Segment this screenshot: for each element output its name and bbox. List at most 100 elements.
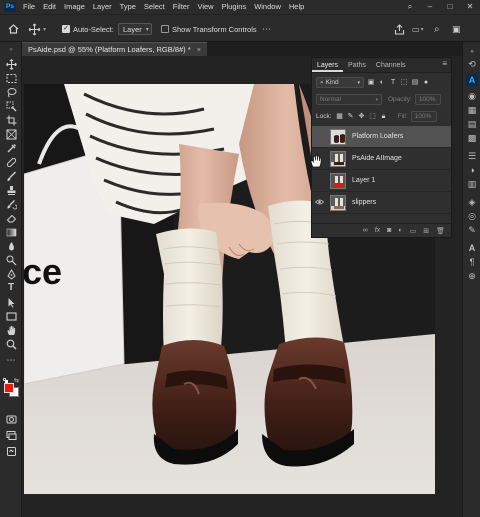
collapse-panels-icon[interactable]: » xyxy=(466,46,478,58)
clone-stamp-tool-icon[interactable] xyxy=(3,184,19,196)
filter-type-icon[interactable]: T xyxy=(389,79,397,87)
visibility-eye-icon[interactable] xyxy=(312,198,326,207)
layer-style-icon[interactable]: fx xyxy=(375,227,380,234)
layer-row-psaide-aiimage[interactable]: PsAide AIImage xyxy=(312,148,451,170)
menu-file[interactable]: File xyxy=(19,0,39,14)
filter-smart-object-icon[interactable]: ▤ xyxy=(411,79,419,87)
close-document-icon[interactable]: × xyxy=(197,45,201,54)
opacity-field[interactable]: 100% xyxy=(414,94,441,105)
paths-panel-icon[interactable]: ✎ xyxy=(466,224,478,236)
edit-toolbar-icon[interactable]: ⋯ xyxy=(3,354,19,366)
adobe-ai-panel-icon[interactable]: A xyxy=(466,74,478,86)
color-panel-icon[interactable]: ◉ xyxy=(466,90,478,102)
quick-mask-icon[interactable] xyxy=(3,413,19,425)
more-options-icon[interactable]: ⋯ xyxy=(262,15,271,43)
eyedropper-tool-icon[interactable] xyxy=(3,142,19,154)
swap-colors-icon[interactable]: ⇆ xyxy=(14,377,19,384)
path-selection-tool-icon[interactable] xyxy=(3,296,19,308)
type-tool-icon[interactable]: T xyxy=(3,282,19,294)
lock-all-icon[interactable]: 🔒︎ xyxy=(380,113,388,121)
workspace-icon[interactable]: ▭ ▾ xyxy=(412,15,424,43)
crop-tool-icon[interactable] xyxy=(3,114,19,126)
menu-type[interactable]: Type xyxy=(116,0,140,14)
maximize-icon[interactable]: □ xyxy=(440,0,460,14)
add-mask-icon[interactable]: ◙ xyxy=(387,227,391,234)
history-brush-tool-icon[interactable] xyxy=(3,198,19,210)
auto-select-toggle[interactable]: ✓ Auto-Select: xyxy=(62,15,114,43)
filter-toggle-icon[interactable]: ● xyxy=(422,79,430,87)
libraries-panel-icon[interactable]: ▥ xyxy=(466,178,478,190)
menu-select[interactable]: Select xyxy=(140,0,169,14)
tab-layers[interactable]: Layers xyxy=(312,58,344,72)
gradient-tool-icon[interactable] xyxy=(3,226,19,238)
glyphs-panel-icon[interactable]: ⊕ xyxy=(466,270,478,282)
properties-panel-icon[interactable]: ☰ xyxy=(466,150,478,162)
eraser-tool-icon[interactable] xyxy=(3,212,19,224)
toolbar-collapse-icon[interactable]: « xyxy=(3,44,19,56)
link-layers-icon[interactable]: ∞ xyxy=(363,227,368,234)
new-layer-icon[interactable]: ⊞ xyxy=(423,227,429,235)
layer-filter-dropdown[interactable]: ⌕ Kind ▾ xyxy=(316,77,364,88)
marquee-tool-icon[interactable] xyxy=(3,72,19,84)
menu-image[interactable]: Image xyxy=(60,0,89,14)
auto-select-target-dropdown[interactable]: Layer ▾ xyxy=(118,23,152,35)
search-tool-icon[interactable]: ⌕ xyxy=(434,15,440,43)
frame-tool-icon[interactable] xyxy=(3,128,19,140)
screen-mode-icon[interactable] xyxy=(3,429,19,441)
panel-menu-icon[interactable]: ≡ xyxy=(442,59,447,68)
lock-artboard-icon[interactable]: ⬚ xyxy=(369,113,377,121)
rectangle-tool-icon[interactable] xyxy=(3,310,19,322)
history-panel-icon[interactable]: ⟲ xyxy=(466,58,478,70)
move-tool-icon[interactable] xyxy=(3,58,19,70)
auto-select-checkbox[interactable]: ✓ xyxy=(62,25,70,33)
minimize-icon[interactable]: – xyxy=(420,0,440,14)
menu-view[interactable]: View xyxy=(193,0,217,14)
blend-mode-dropdown[interactable]: Normal ▾ xyxy=(316,94,382,105)
lock-pixels-icon[interactable]: ✎ xyxy=(347,113,355,121)
document-tab[interactable]: PsAide.psd @ 55% (Platform Loafers, RGB/… xyxy=(22,42,208,56)
hand-tool-icon[interactable] xyxy=(3,324,19,336)
blur-tool-icon[interactable] xyxy=(3,240,19,252)
brush-tool-icon[interactable] xyxy=(3,170,19,182)
channels-panel-icon[interactable]: ◎ xyxy=(466,210,478,222)
pen-tool-icon[interactable] xyxy=(3,268,19,280)
lasso-tool-icon[interactable] xyxy=(3,86,19,98)
lock-position-icon[interactable]: ✥ xyxy=(358,113,366,121)
healing-brush-tool-icon[interactable] xyxy=(3,156,19,168)
delete-layer-icon[interactable]: 🗑︎ xyxy=(436,227,445,235)
menu-window[interactable]: Window xyxy=(250,0,285,14)
menu-plugins[interactable]: Plugins xyxy=(218,0,251,14)
layer-row-layer-1[interactable]: Layer 1 xyxy=(312,170,451,192)
swatches-panel-icon[interactable]: ▦ xyxy=(466,104,478,116)
tab-channels[interactable]: Channels xyxy=(371,58,411,72)
object-selection-tool-icon[interactable] xyxy=(3,100,19,112)
menu-layer[interactable]: Layer xyxy=(89,0,116,14)
menu-edit[interactable]: Edit xyxy=(39,0,60,14)
character-panel-icon[interactable]: A xyxy=(466,242,478,254)
patterns-panel-icon[interactable]: ▩ xyxy=(466,132,478,144)
paragraph-panel-icon[interactable]: ¶ xyxy=(466,256,478,268)
filter-pixel-icon[interactable]: ▣ xyxy=(367,79,375,87)
filter-adjustment-icon[interactable]: ◐ xyxy=(378,79,386,87)
lock-transparent-icon[interactable]: ▦ xyxy=(336,113,344,121)
color-swatches[interactable]: ⇆ xyxy=(3,378,21,398)
new-group-icon[interactable]: ▭ xyxy=(410,227,417,235)
share-icon[interactable] xyxy=(394,15,405,43)
gradients-panel-icon[interactable]: ▤ xyxy=(466,118,478,130)
show-transform-checkbox[interactable] xyxy=(161,25,169,33)
adjustment-layer-icon[interactable]: ◐ xyxy=(398,227,402,234)
dodge-tool-icon[interactable] xyxy=(3,254,19,266)
zoom-tool-icon[interactable] xyxy=(3,338,19,350)
generative-tool-icon[interactable] xyxy=(3,445,19,457)
close-icon[interactable]: ✕ xyxy=(460,0,480,14)
foreground-color-swatch[interactable] xyxy=(4,383,14,393)
adjustments-panel-icon[interactable]: ◑ xyxy=(466,164,478,176)
fill-field[interactable]: 100% xyxy=(410,111,437,122)
show-transform-toggle[interactable]: Show Transform Controls xyxy=(161,15,257,43)
search-icon[interactable]: ⌕ xyxy=(400,0,420,14)
panel-options-icon[interactable]: ▣ xyxy=(452,15,461,43)
layer-row-slippers[interactable]: slippers xyxy=(312,192,451,214)
home-icon[interactable] xyxy=(8,15,19,43)
layers-panel-icon[interactable]: ◈ xyxy=(466,196,478,208)
move-tool-preset-icon[interactable]: ▾ xyxy=(28,15,46,43)
